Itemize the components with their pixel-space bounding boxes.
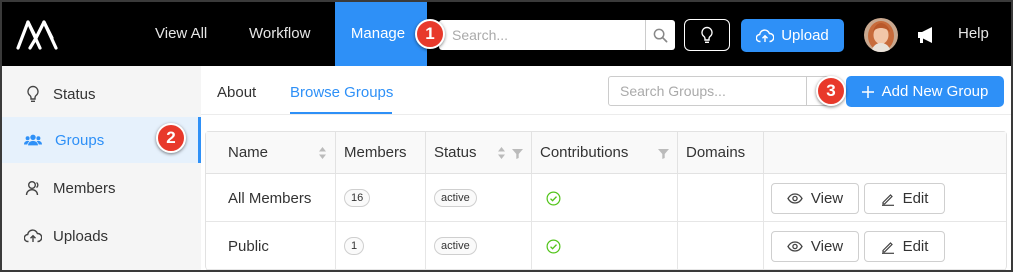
global-search-input[interactable] [439,20,645,50]
sort-icon[interactable] [497,146,506,160]
check-circle-icon [546,191,561,205]
sidebar-item-label: Status [53,85,96,103]
edit-button[interactable]: Edit [864,231,945,262]
ideas-button[interactable] [684,19,730,51]
members-count-badge: 1 [344,237,365,255]
status-badge: active [434,189,477,207]
table-header: Name Members Status Contributions Domain… [206,132,1006,174]
groups-table: Name Members Status Contributions Domain… [205,131,1007,270]
group-search-input[interactable] [609,77,805,105]
cell-name: All Members [206,174,336,222]
cell-domains [678,222,764,270]
lightbulb-icon [701,26,713,43]
callout-badge-2: 2 [156,123,186,153]
app-logo-icon[interactable] [16,18,60,52]
callout-badge-1: 1 [415,19,445,49]
plus-icon [861,85,874,98]
cell-members: 16 [336,174,426,222]
tab-about[interactable]: About [217,84,256,101]
sidebar-item-uploads[interactable]: Uploads [2,213,201,259]
view-label: View [810,190,844,207]
status-badge: active [434,237,477,255]
group-search [608,76,830,106]
sidebar: Status Groups Members Uploads [2,66,201,270]
app-window: View All Workflow Manage Upload [2,2,1011,270]
sidebar-item-members[interactable]: Members [2,165,201,211]
user-avatar[interactable] [864,18,898,52]
global-search [439,20,675,50]
callout-badge-3: 3 [816,76,846,106]
top-navigation-bar: View All Workflow Manage Upload [2,2,1011,66]
column-header-label: Name [228,144,269,161]
filter-icon[interactable] [512,148,523,159]
cell-domains [678,174,764,222]
column-header-members[interactable]: Members [336,132,426,174]
edit-button[interactable]: Edit [864,183,945,214]
nav-manage[interactable]: Manage [335,2,427,66]
cloud-upload-icon [756,28,775,42]
cell-status: active [426,222,532,270]
sidebar-item-label: Members [53,179,116,197]
column-header-label: Contributions [540,144,629,161]
filter-icon[interactable] [658,148,669,159]
column-header-label: Members [344,144,407,161]
edit-icon [881,193,894,206]
search-button[interactable] [645,20,675,50]
upload-button[interactable]: Upload [741,19,844,52]
check-circle-icon [546,239,561,253]
table-row: Public 1 active View Edit [206,222,1006,270]
column-header-status[interactable]: Status [426,132,532,174]
search-icon [653,28,668,42]
cell-contributions [532,222,678,270]
edit-icon [881,241,894,254]
view-button[interactable]: View [771,231,859,262]
cell-name: Public [206,222,336,270]
megaphone-icon[interactable] [916,25,938,45]
edit-label: Edit [902,190,929,207]
users-icon [24,131,42,149]
view-label: View [810,238,844,255]
cell-contributions [532,174,678,222]
column-header-contributions[interactable]: Contributions [532,132,678,174]
sort-icon[interactable] [318,146,327,160]
cell-status: active [426,174,532,222]
members-count-badge: 16 [344,189,371,207]
sidebar-item-label: Uploads [53,227,109,245]
eye-icon [787,193,803,204]
sidebar-item-label: Groups [55,131,105,149]
add-new-group-label: Add New Group [881,83,989,100]
cell-members: 1 [336,222,426,270]
eye-icon [787,241,803,252]
column-header-label: Domains [686,144,746,161]
column-header-domains[interactable]: Domains [678,132,764,174]
sidebar-item-status[interactable]: Status [2,71,201,117]
tab-browse-groups[interactable]: Browse Groups [290,84,393,101]
edit-label: Edit [902,238,929,255]
group-search-divider [806,77,807,105]
table-row: All Members 16 active View Edit [206,174,1006,222]
user-icon [24,179,42,197]
tabs-divider [201,114,1011,115]
add-new-group-button[interactable]: Add New Group [846,76,1004,107]
lightbulb-icon [24,85,42,103]
cloud-upload-icon [24,227,42,245]
view-button[interactable]: View [771,183,859,214]
column-header-label: Status [434,144,477,161]
nav-workflow[interactable]: Workflow [249,2,310,66]
nav-view-all[interactable]: View All [155,2,207,66]
column-header-name[interactable]: Name [206,132,336,174]
upload-label: Upload [781,27,829,44]
help-link[interactable]: Help [958,2,989,66]
